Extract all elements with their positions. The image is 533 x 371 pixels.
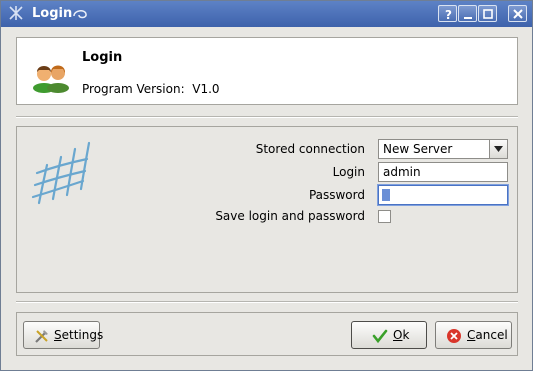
maximize-icon [483,9,493,19]
minimize-icon [464,17,472,19]
separator [16,116,518,118]
header-panel: Login Program Version: V1.0 [16,37,518,105]
version-value: V1.0 [192,82,220,96]
close-icon [513,9,523,19]
help-button[interactable]: ? [438,5,457,22]
text-cursor [382,189,390,201]
chevron-down-icon [494,146,503,152]
stored-connection-label: Stored connection [255,142,365,156]
cancel-button[interactable]: Cancel [435,321,512,349]
save-login-checkbox[interactable] [378,210,391,223]
close-button[interactable] [508,5,527,22]
ok-label: Ok [393,328,410,342]
password-label: Password [308,188,365,202]
sticky-icon[interactable] [71,6,89,22]
window-title: Login [32,6,73,21]
maximize-button[interactable] [478,5,497,22]
stored-connection-value: New Server [383,142,453,156]
login-label: Login [332,165,365,179]
title-bar[interactable]: Login ? [1,1,532,27]
cancel-icon [447,329,461,343]
password-input[interactable] [378,185,508,205]
minimize-button[interactable] [458,5,477,22]
check-icon [372,329,388,344]
cancel-label: Cancel [467,328,508,342]
help-icon: ? [445,8,452,20]
net-logo-icon [31,141,91,205]
users-icon [33,65,69,93]
login-value: admin [383,165,421,179]
ok-button[interactable]: Ok [351,321,427,349]
dropdown-button[interactable] [489,140,507,158]
stored-connection-select[interactable]: New Server [378,139,508,159]
app-icon [9,6,23,20]
version-label: Program Version: [82,82,185,96]
login-window: Login ? Login Program Version: V1.0 Stor… [0,0,533,371]
save-login-label: Save login and password [215,209,365,223]
settings-button[interactable]: Settings [23,321,104,349]
form-panel: Stored connection New Server Login admin… [16,126,518,293]
header-title: Login [82,50,123,65]
button-bar: Settings Ok Cancel [16,312,518,356]
svg-text:?: ? [445,8,452,20]
settings-label: Settings [54,328,104,342]
login-input[interactable]: admin [378,162,508,182]
separator [16,301,518,303]
program-version: Program Version: V1.0 [82,82,220,96]
settings-tools-icon [35,330,48,343]
